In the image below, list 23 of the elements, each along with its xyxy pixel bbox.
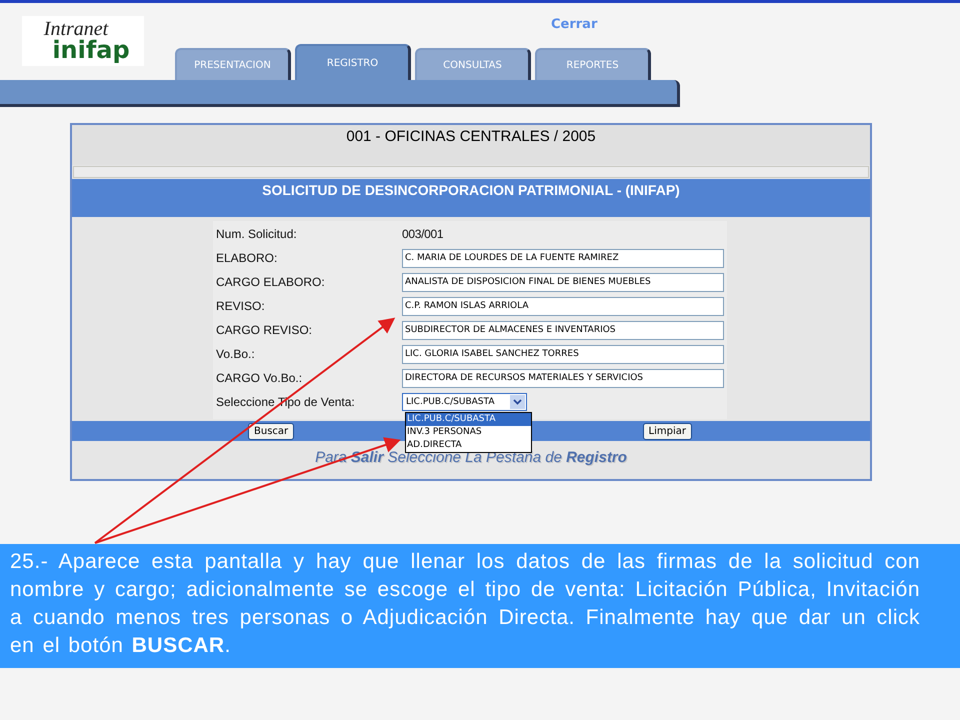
field-label: Num. Solicitud: <box>216 227 298 241</box>
field-label: Vo.Bo.: <box>216 347 256 361</box>
input-field[interactable]: C.P. RAMON ISLAS ARRIOLA <box>402 296 724 316</box>
dropdown-option[interactable]: LIC.PUB.C/SUBASTA <box>406 413 531 426</box>
caret-icon <box>510 395 525 409</box>
form-title: SOLICITUD DE DESINCORPORACION PATRIMONIAL - (INIFAP) <box>72 179 870 217</box>
input-field[interactable]: DIRECTORA DE RECURSOS MATERIALES Y SERVICIOS <box>402 368 724 388</box>
field-label: CARGO ELABORO: <box>216 275 326 289</box>
field-label: ELABORO: <box>216 251 278 265</box>
field-label: CARGO Vo.Bo.: <box>216 371 304 385</box>
input-field[interactable]: LIC. GLORIA ISABEL SANCHEZ TORRES <box>402 344 724 364</box>
input-field[interactable]: ANALISTA DE DISPOSICION FINAL DE BIENES MUEBLES <box>402 272 724 292</box>
field-label: REVISO: <box>216 299 266 313</box>
input-field[interactable]: SUBDIRECTOR DE ALMACENES E INVENTARIOS <box>402 320 724 340</box>
office-title: 001 - OFICINAS CENTRALES / 2005 <box>72 125 870 165</box>
caption-text: 25.- Aparece esta pantalla y hay que llenar los datos de las firmas de la solicitud con nombre y cargo; adicionalmente se escoge el tipo de venta: Licitación Pública, Invitación a cuando menos tres personas o Adjudicación Directa. Finalmente hay que dar un click en el botón BUSCAR. <box>0 544 960 668</box>
clear-button[interactable]: Limpiar <box>642 422 692 440</box>
search-button[interactable]: Buscar <box>248 422 294 440</box>
sale-type-dropdown[interactable]: LIC.PUB.C/SUBASTA <box>402 393 527 411</box>
input-field[interactable]: C. MARIA DE LOURDES DE LA FUENTE RAMIREZ <box>402 248 724 268</box>
request-number: 003/001 <box>402 227 444 241</box>
field-label: CARGO REVISO: <box>216 323 314 337</box>
logo: Intranet inifap <box>22 16 144 66</box>
